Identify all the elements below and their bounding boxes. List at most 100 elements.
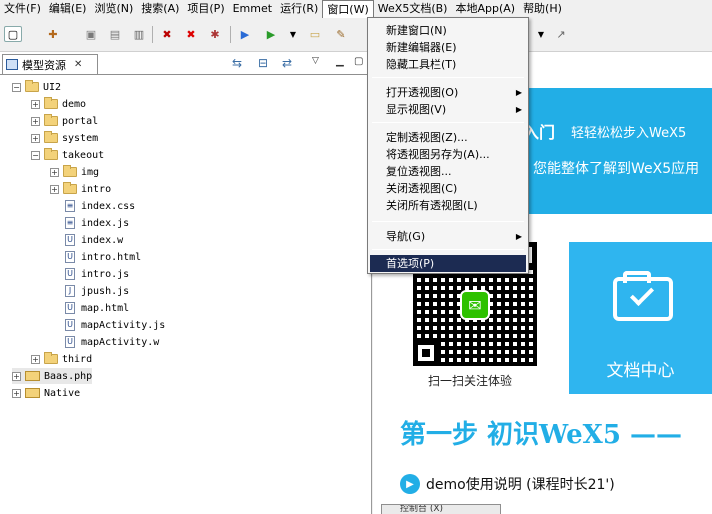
- menu-item-save-perspective-as[interactable]: 将透视图另存为(A)...: [370, 146, 526, 163]
- expand-icon[interactable]: +: [50, 184, 59, 194]
- menu-help[interactable]: 帮助(H): [519, 0, 566, 18]
- menu-item-label: 隐藏工具栏(T): [386, 58, 457, 71]
- chevron-down-icon[interactable]: ▼: [284, 26, 302, 42]
- collapse-icon[interactable]: −: [31, 150, 40, 160]
- menu-item-label: 打开透视图(O): [386, 86, 459, 99]
- expand-icon[interactable]: +: [12, 388, 21, 398]
- tree-item-label: intro.js: [81, 268, 130, 280]
- maximize-icon[interactable]: ▢: [354, 56, 363, 67]
- project-icon: [25, 388, 40, 398]
- tree-item-label: takeout: [62, 149, 105, 161]
- debug-icon[interactable]: ✖: [158, 26, 176, 42]
- print-icon[interactable]: ▥: [130, 26, 148, 42]
- tree-item-label: img: [81, 166, 100, 178]
- tree-item[interactable]: + demo: [31, 96, 86, 112]
- tree-item-label: portal: [62, 115, 99, 127]
- link-editor-icon[interactable]: ⇆: [232, 56, 242, 70]
- tree-item[interactable]: Uintro.html: [63, 249, 141, 265]
- tree-item[interactable]: Jjpush.js: [63, 283, 129, 299]
- js-file-icon: ≡: [65, 217, 75, 229]
- play-icon[interactable]: ▶: [236, 26, 254, 42]
- expand-icon[interactable]: +: [31, 99, 40, 109]
- clean-icon[interactable]: ✱: [206, 26, 224, 42]
- tree-item-selected[interactable]: + Baas.php: [12, 368, 93, 384]
- folder-icon: [44, 131, 58, 143]
- banner-line: 您能整体了解到WeX5应用: [533, 161, 700, 177]
- tree-item[interactable]: + img: [50, 164, 99, 180]
- expand-icon[interactable]: +: [12, 371, 21, 381]
- tree-item-label: demo: [62, 98, 87, 110]
- menu-item-open-perspective[interactable]: 打开透视图(O) ▶: [370, 84, 526, 101]
- tab-model-resources[interactable]: 模型资源 ✕: [2, 54, 98, 74]
- folder-icon: [44, 148, 58, 160]
- js-file-icon: J: [65, 285, 75, 297]
- tree-item[interactable]: UmapActivity.js: [63, 317, 165, 333]
- tree-item[interactable]: + intro: [50, 181, 111, 197]
- menu-item-label: 首选项(P): [386, 257, 435, 270]
- tree-item[interactable]: ≡ index.js: [63, 215, 129, 231]
- menu-emmet[interactable]: Emmet: [229, 0, 276, 18]
- stop-icon[interactable]: ✖: [182, 26, 200, 42]
- menu-separator: [372, 122, 524, 123]
- submenu-arrow-icon: ▶: [515, 88, 522, 97]
- sync-icon[interactable]: ⇄: [282, 56, 292, 70]
- menu-item-close-perspective[interactable]: 关闭透视图(C): [370, 180, 526, 197]
- run-icon[interactable]: ▶: [262, 26, 280, 42]
- menu-item-customize-perspective[interactable]: 定制透视图(Z)...: [370, 129, 526, 146]
- demo-link[interactable]: ▶ demo使用说明 (课程时长21'): [400, 474, 615, 494]
- expand-icon[interactable]: +: [31, 354, 40, 364]
- tree-item[interactable]: ≡ index.css: [63, 198, 135, 214]
- save-all-icon[interactable]: ▤: [106, 26, 124, 42]
- expand-icon[interactable]: +: [31, 133, 40, 143]
- open-folder-icon[interactable]: ▭: [306, 26, 324, 42]
- collapse-icon[interactable]: −: [12, 82, 21, 92]
- collapse-all-icon[interactable]: ⊟: [258, 56, 268, 70]
- menu-wex5-docs[interactable]: WeX5文档(B): [374, 0, 452, 18]
- expand-icon[interactable]: +: [31, 116, 40, 126]
- folder-icon: [25, 80, 39, 92]
- js-file-icon: U: [65, 268, 75, 280]
- minimize-icon[interactable]: ▁: [336, 56, 344, 67]
- tree-item[interactable]: + third: [31, 351, 92, 367]
- tree-item[interactable]: Umap.html: [63, 300, 129, 316]
- tree-item[interactable]: + portal: [31, 113, 98, 129]
- menu-item-new-window[interactable]: 新建窗口(N): [370, 22, 526, 39]
- close-icon[interactable]: ✕: [74, 59, 82, 70]
- menu-item-hide-toolbar[interactable]: 隐藏工具栏(T): [370, 56, 526, 73]
- tree-item[interactable]: UmapActivity.w: [63, 334, 159, 350]
- menu-item-label: 关闭透视图(C): [386, 182, 458, 195]
- chevron-down-icon[interactable]: ▼: [532, 26, 550, 42]
- expand-icon[interactable]: +: [50, 167, 59, 177]
- submenu-arrow-icon: ▶: [515, 105, 522, 114]
- menu-item-navigate[interactable]: 导航(G) ▶: [370, 228, 526, 245]
- menu-item-close-all-perspectives[interactable]: 关闭所有透视图(L): [370, 197, 526, 214]
- tree-item[interactable]: − UI2: [12, 79, 61, 95]
- menu-local-app[interactable]: 本地App(A): [451, 0, 519, 18]
- save-icon[interactable]: ▣: [82, 26, 100, 42]
- menu-project[interactable]: 项目(P): [183, 0, 228, 18]
- tree-item-label: Native: [44, 387, 81, 399]
- brush-icon[interactable]: ✎: [332, 26, 350, 42]
- menu-search[interactable]: 搜索(A): [137, 0, 183, 18]
- new-icon[interactable]: ▢: [4, 26, 22, 42]
- tree-item[interactable]: + Native: [12, 385, 80, 401]
- view-menu-icon[interactable]: ▽: [312, 56, 319, 66]
- tree-item[interactable]: Uintro.js: [63, 266, 129, 282]
- external-icon[interactable]: ↗: [552, 26, 570, 42]
- console-tab[interactable]: 控制台 (X): [381, 504, 501, 514]
- menu-item-new-editor[interactable]: 新建编辑器(E): [370, 39, 526, 56]
- package-icon[interactable]: ✚: [44, 26, 62, 42]
- tree-item[interactable]: + system: [31, 130, 98, 146]
- tree-item[interactable]: Uindex.w: [63, 232, 123, 248]
- tree-item[interactable]: − takeout: [31, 147, 104, 163]
- folder-icon: [44, 352, 58, 364]
- banner-subtitle: 轻轻松松步入WeX5: [571, 126, 687, 141]
- menu-navigate[interactable]: 浏览(N): [90, 0, 137, 18]
- menu-file[interactable]: 文件(F): [0, 0, 45, 18]
- menu-item-show-view[interactable]: 显示视图(V) ▶: [370, 101, 526, 118]
- menu-edit[interactable]: 编辑(E): [45, 0, 91, 18]
- menu-window[interactable]: 窗口(W): [322, 0, 374, 19]
- menu-item-reset-perspective[interactable]: 复位透视图...: [370, 163, 526, 180]
- menu-run[interactable]: 运行(R): [276, 0, 322, 18]
- menu-item-preferences[interactable]: 首选项(P): [370, 255, 526, 272]
